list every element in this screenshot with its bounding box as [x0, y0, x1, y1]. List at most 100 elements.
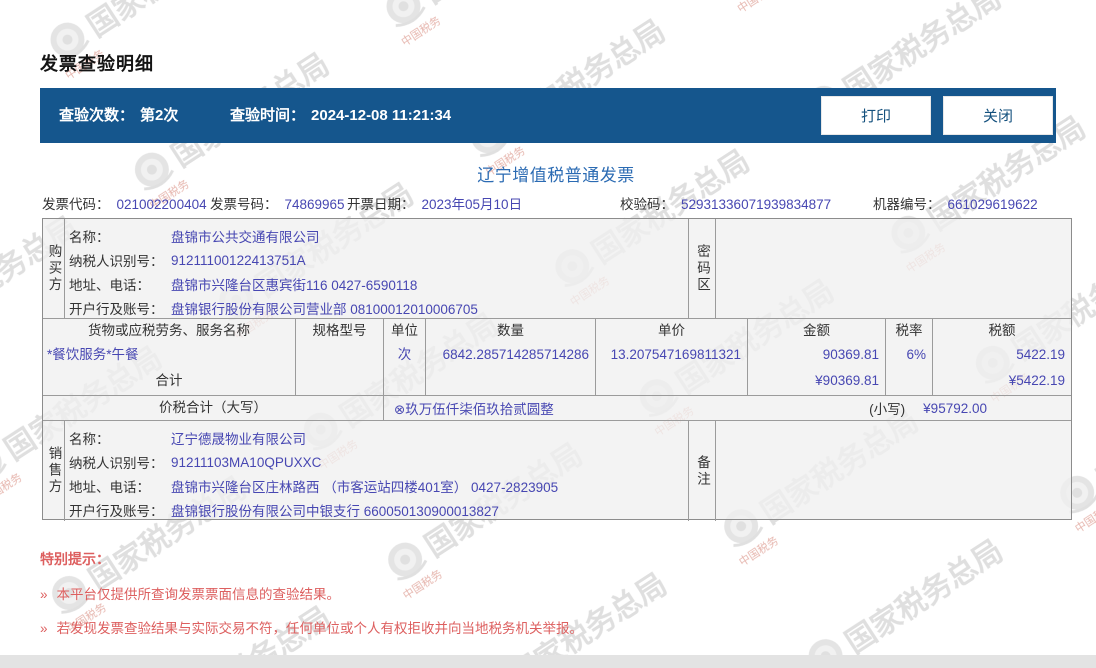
- header-unit-price: 单价: [658, 323, 685, 338]
- header-quantity: 数量: [497, 323, 524, 338]
- buyer-side-label: 购买方: [46, 243, 62, 294]
- cell-item-name: *餐饮服务*午餐: [47, 347, 139, 362]
- header-bar: 查验次数： 第2次 查验时间： 2024-12-08 11:21:34 打印 关闭: [40, 88, 1056, 143]
- cell-quantity: 6842.285714285714286: [442, 347, 589, 362]
- buyer-address-value: 盘锦市兴隆台区惠宾街116 0427-6590118: [171, 278, 418, 293]
- sum-in-words: ⊗玖万伍仟柒佰玖拾贰圆整: [394, 402, 554, 417]
- buyer-name-row: 名称： 盘锦市公共交通有限公司: [67, 224, 688, 248]
- check-count: 查验次数： 第2次: [59, 88, 178, 143]
- buyer-fields: 名称： 盘锦市公共交通有限公司 纳税人识别号： 9121110012241375…: [65, 219, 689, 318]
- invoice-code-label: 发票代码：: [42, 197, 110, 212]
- cell-unit: 次: [397, 347, 412, 362]
- total-tax: ¥5422.19: [1008, 373, 1065, 388]
- seller-side-label-cell: 销售方: [43, 421, 65, 521]
- col-amount: 金额 90369.81 ¥90369.81: [748, 319, 886, 395]
- total-unit-empty: [384, 369, 425, 395]
- invoice-meta: 发票代码： 021002200404 发票号码： 74869965 开票日期： 202…: [40, 193, 1072, 213]
- total-quantity-empty: [426, 369, 595, 395]
- seller-taxid-value: 91211103MA10QPUXXC: [171, 454, 322, 470]
- cell-spec: [296, 341, 383, 368]
- seller-name-label: 名称：: [69, 432, 110, 447]
- buyer-address-row: 地址、电话： 盘锦市兴隆台区惠宾街116 0427-6590118: [67, 272, 688, 296]
- notice-item-2-text: 若发现发票查验结果与实际交易不符，任何单位或个人有权拒收并向当地税务机关举报。: [56, 621, 584, 636]
- invoice-table: 购买方 名称： 盘锦市公共交通有限公司 纳税人识别号： 912111001224…: [42, 218, 1072, 521]
- machine-number-label: 机器编号：: [873, 197, 941, 212]
- sum-body: ⊗玖万伍仟柒佰玖拾贰圆整 (小写) ¥95792.00: [384, 396, 1071, 420]
- cell-tax-amount: 5422.19: [1016, 347, 1065, 362]
- buyer-name-label: 名称：: [69, 230, 110, 245]
- total-price-empty: [596, 369, 747, 395]
- seller-name-value: 辽宁德晟物业有限公司: [171, 432, 306, 447]
- check-time-label: 查验时间：: [230, 107, 306, 124]
- header-amount: 金额: [803, 323, 830, 338]
- footer-bar: [0, 655, 1096, 668]
- col-quantity: 数量 6842.285714285714286: [426, 319, 596, 395]
- header-tax-rate: 税率: [895, 323, 923, 338]
- invoice-code-value: 021002200404: [116, 197, 207, 212]
- buyer-section: 购买方 名称： 盘锦市公共交通有限公司 纳税人识别号： 912111001224…: [43, 219, 1071, 319]
- check-count-value: 第2次: [140, 107, 179, 124]
- header-spec: 规格型号: [312, 323, 367, 338]
- invoice-title: 辽宁增值税普通发票: [477, 166, 635, 185]
- total-rate-empty: [886, 369, 932, 395]
- buyer-address-label: 地址、电话：: [69, 278, 150, 293]
- cell-amount: 90369.81: [822, 347, 879, 362]
- special-notice: 特别提示： » 本平台仅提供所查询发票票面信息的查验结果。 » 若发现发票查验结果与…: [40, 549, 583, 651]
- cell-tax-rate: 6%: [906, 347, 926, 362]
- header-unit: 单位: [391, 323, 418, 338]
- password-area-label: 密码区: [695, 243, 710, 294]
- close-button[interactable]: 关闭: [943, 96, 1053, 135]
- page-title: 发票查验明细: [40, 54, 154, 74]
- bullet-icon: »: [40, 621, 48, 636]
- invoice-number-label: 发票号码：: [210, 197, 278, 212]
- buyer-side-label-cell: 购买方: [43, 219, 65, 318]
- remark-label-cell: 备注: [689, 421, 716, 521]
- seller-side-label: 销售方: [46, 446, 62, 496]
- seller-bank-value: 盘锦银行股份有限公司中银支行 660050130900013827: [171, 504, 499, 519]
- invoice-number-value: 74869965: [284, 197, 345, 212]
- items-grid: 货物或应税劳务、服务名称 *餐饮服务*午餐 合计 规格型号 单位 次 数量 68…: [43, 319, 1071, 396]
- seller-bank-label: 开户行及账号：: [69, 504, 164, 519]
- seller-address-label: 地址、电话：: [69, 480, 150, 495]
- total-label: 合计: [155, 373, 183, 388]
- notice-item-1: » 本平台仅提供所查询发票票面信息的查验结果。: [40, 583, 583, 603]
- col-spec: 规格型号: [296, 319, 384, 395]
- buyer-bank-row: 开户行及账号： 盘锦银行股份有限公司营业部 08100012010006705: [67, 296, 688, 320]
- notice-title: 特别提示：: [40, 551, 110, 567]
- sum-label: 价税合计（大写）: [43, 396, 384, 420]
- total-amount: ¥90369.81: [815, 373, 879, 388]
- remark-area: [716, 421, 1071, 521]
- invoice-date-value: 2023年05月10日: [421, 197, 523, 212]
- seller-address-value: 盘锦市兴隆台区庄林路西 （市客运站四楼401室） 0427-2823905: [171, 480, 559, 495]
- sum-small-value: ¥95792.00: [923, 400, 987, 416]
- cell-unit-price: 13.207547169811321: [610, 347, 741, 362]
- header-tax-amount: 税额: [988, 323, 1016, 338]
- check-time-value: 2024-12-08 11:21:34: [311, 107, 452, 124]
- seller-bank-row: 开户行及账号： 盘锦银行股份有限公司中银支行 66005013090001382…: [67, 498, 688, 522]
- buyer-bank-value: 盘锦银行股份有限公司营业部 08100012010006705: [171, 302, 478, 317]
- buyer-name-value: 盘锦市公共交通有限公司: [171, 230, 320, 245]
- check-time: 查验时间： 2024-12-08 11:21:34: [230, 88, 451, 143]
- seller-taxid-row: 纳税人识别号： 91211103MA10QPUXXC: [67, 450, 688, 474]
- check-count-label: 查验次数：: [59, 107, 135, 124]
- machine-number-value: 661029619622: [947, 197, 1038, 212]
- remark-label: 备注: [695, 454, 710, 488]
- print-button[interactable]: 打印: [821, 96, 931, 135]
- col-unit-price: 单价 13.207547169811321: [596, 319, 748, 395]
- checksum-label: 校验码：: [620, 197, 674, 212]
- col-item-name: 货物或应税劳务、服务名称 *餐饮服务*午餐 合计: [43, 319, 296, 395]
- notice-item-2: » 若发现发票查验结果与实际交易不符，任何单位或个人有权拒收并向当地税务机关举报。: [40, 617, 583, 637]
- checksum-value: 52931336071939834877: [681, 197, 832, 212]
- sum-small-label: (小写): [869, 402, 906, 417]
- password-area: [716, 219, 1071, 318]
- seller-section: 销售方 名称： 辽宁德晟物业有限公司 纳税人识别号： 91211103MA10Q…: [43, 421, 1071, 521]
- buyer-bank-label: 开户行及账号：: [69, 302, 164, 317]
- bullet-icon: »: [40, 587, 48, 602]
- col-tax-rate: 税率 6%: [886, 319, 933, 395]
- sum-row: 价税合计（大写） ⊗玖万伍仟柒佰玖拾贰圆整 (小写) ¥95792.00: [43, 396, 1071, 421]
- total-spec-empty: [296, 368, 383, 395]
- seller-fields: 名称： 辽宁德晟物业有限公司 纳税人识别号： 91211103MA10QPUXX…: [65, 421, 689, 521]
- buyer-taxid-value: 91211100122413751A: [171, 252, 306, 268]
- seller-name-row: 名称： 辽宁德晟物业有限公司: [67, 426, 688, 450]
- password-area-label-cell: 密码区: [689, 219, 716, 318]
